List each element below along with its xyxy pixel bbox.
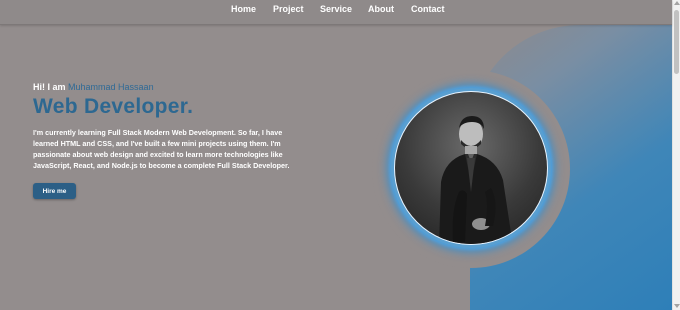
hero-greeting: Hi! I am Muhammad Hassaan — [33, 82, 154, 92]
top-navbar: Home Project Service About Contact — [0, 0, 672, 25]
hero-name: Muhammad Hassaan — [68, 82, 154, 92]
hire-me-button[interactable]: Hire me — [33, 183, 76, 199]
person-silhouette-icon — [439, 116, 513, 244]
portfolio-page: Home Project Service About Contact Hi! I… — [0, 0, 680, 310]
scroll-down-icon[interactable] — [674, 304, 680, 308]
nav-service[interactable]: Service — [320, 4, 352, 14]
scroll-up-icon[interactable] — [674, 1, 680, 5]
nav-project[interactable]: Project — [273, 4, 304, 14]
nav-home[interactable]: Home — [231, 4, 256, 14]
nav-contact[interactable]: Contact — [411, 4, 445, 14]
page-scrollbar[interactable] — [672, 0, 680, 310]
hero-intro-text: I'm currently learning Full Stack Modern… — [33, 128, 290, 170]
greeting-prefix: Hi! I am — [33, 82, 66, 92]
profile-photo — [394, 91, 548, 245]
nav-about[interactable]: About — [368, 4, 394, 14]
scrollbar-thumb[interactable] — [674, 10, 679, 74]
hero-role-title: Web Developer. — [33, 95, 194, 118]
